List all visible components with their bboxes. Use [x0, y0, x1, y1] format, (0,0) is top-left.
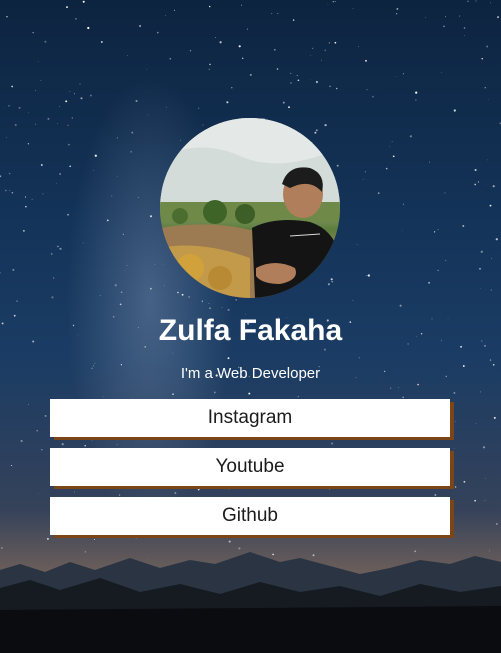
- instagram-link-button[interactable]: Instagram: [50, 399, 450, 437]
- profile-name: Zulfa Fakaha: [158, 314, 343, 347]
- profile-avatar: [160, 118, 340, 298]
- github-link-button[interactable]: Github: [50, 497, 450, 535]
- youtube-link-button[interactable]: Youtube: [50, 448, 450, 486]
- profile-card: Zulfa Fakaha I'm a Web Developer Instagr…: [0, 0, 501, 653]
- profile-tagline: I'm a Web Developer: [180, 365, 321, 382]
